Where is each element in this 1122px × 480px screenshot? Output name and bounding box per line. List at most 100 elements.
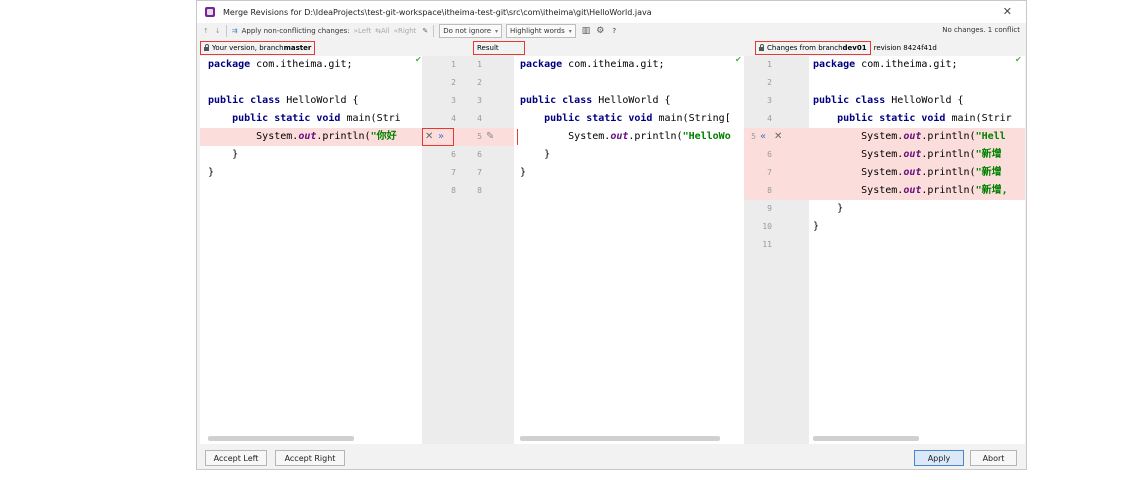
magic-resolve-icon[interactable]: ✎ <box>422 24 428 38</box>
close-icon[interactable]: ✕ <box>1003 5 1012 18</box>
line-number: 8 <box>451 186 456 195</box>
line-number: 5 <box>477 132 482 141</box>
horizontal-scrollbar[interactable] <box>208 436 354 441</box>
code-token: System. <box>813 131 904 142</box>
code-token: public class <box>520 95 593 106</box>
code-token: out <box>610 131 629 142</box>
code-token: "HelloWo <box>682 131 731 142</box>
accept-left-arrow-icon[interactable]: » <box>438 128 444 146</box>
ignore-change-icon[interactable]: ✕ <box>425 128 433 146</box>
code-token: System. <box>813 149 904 160</box>
center-header-title: Result <box>477 44 499 52</box>
side-by-side-icon[interactable]: ▥ <box>582 24 591 38</box>
apply-right-label: Right <box>397 27 417 35</box>
center-panel-header: Result <box>473 41 525 55</box>
accept-left-button[interactable]: Accept Left <box>205 450 267 466</box>
left-panel-header: Your version, branch master <box>200 41 316 55</box>
right-header-branch: dev01 <box>842 44 867 52</box>
line-number: 9 <box>767 204 772 213</box>
code-line: } <box>813 203 844 214</box>
ignore-select-value: Do not ignore <box>443 27 492 35</box>
code-line: } <box>813 221 820 232</box>
abort-button[interactable]: Abort <box>970 450 1017 466</box>
code-token: System. <box>813 185 904 196</box>
help-button[interactable]: ? <box>612 24 616 38</box>
merge-dialog: Merge Revisions for D:\IdeaProjects\test… <box>196 0 1027 470</box>
code-line-conflict: System.out.println("新增, <box>813 182 1008 200</box>
conflict-marker <box>517 129 518 145</box>
horizontal-scrollbar[interactable] <box>520 436 720 441</box>
lock-icon <box>759 44 764 51</box>
magic-wand-icon[interactable]: ✎ <box>486 128 494 146</box>
apply-left-button[interactable]: » Left <box>354 24 371 38</box>
ignore-whitespace-select[interactable]: Do not ignore ▾ <box>439 24 503 38</box>
line-number: 4 <box>451 114 456 123</box>
chevron-down-icon: ▾ <box>495 27 499 35</box>
code-line: public static void main(Strir <box>813 110 1012 128</box>
line-number: 11 <box>762 240 772 249</box>
code-token: HelloWorld { <box>885 95 964 106</box>
line-number: 8 <box>477 186 482 195</box>
code-line: public class HelloWorld { <box>813 92 964 110</box>
code-line-conflict: System.out.println("新增 <box>813 164 1001 182</box>
checkmark-icon: ✔ <box>1015 55 1022 64</box>
checkmark-icon: ✔ <box>415 55 422 64</box>
code-line: } <box>520 149 551 160</box>
line-number: 3 <box>477 96 482 105</box>
center-right-gutter: 1 2 3 4 5 6 7 8 9 10 11 « ✕ <box>744 56 809 444</box>
apply-all-button[interactable]: ⇆ All <box>375 24 390 38</box>
code-line: public static void main(Stri <box>208 110 401 128</box>
intellij-app-icon <box>205 7 215 17</box>
code-token: .println( <box>921 149 976 160</box>
next-diff-icon[interactable]: ↓ <box>215 24 221 38</box>
line-number: 1 <box>451 60 456 69</box>
highlight-select-value: Highlight words <box>510 27 565 35</box>
ignore-change-icon[interactable]: ✕ <box>774 128 782 146</box>
code-token: public static void <box>208 113 341 124</box>
line-number: 2 <box>451 78 456 87</box>
accept-right-button[interactable]: Accept Right <box>275 450 345 466</box>
code-line: } <box>520 167 527 178</box>
line-number: 2 <box>477 78 482 87</box>
code-line: } <box>208 149 239 160</box>
code-token: HelloWorld { <box>280 95 359 106</box>
right-header-highlight: Changes from branch dev01 <box>755 41 871 55</box>
prev-diff-icon[interactable]: ↑ <box>203 24 209 38</box>
apply-left-label: Left <box>357 27 372 35</box>
left-editor-panel[interactable]: package com.itheima.git; public class He… <box>200 56 422 444</box>
code-token: public class <box>813 95 886 106</box>
horizontal-scrollbar[interactable] <box>813 436 919 441</box>
highlight-words-select[interactable]: Highlight words ▾ <box>506 24 576 38</box>
code-token: out <box>298 131 317 142</box>
code-token: out <box>903 149 922 160</box>
code-token: .println( <box>921 131 976 142</box>
merge-status-text: No changes. 1 conflict <box>942 26 1020 34</box>
apply-non-conflicting-icon[interactable]: ⇉ <box>232 24 238 38</box>
code-line: package com.itheima.git; <box>813 56 958 74</box>
code-token: "新增 <box>975 149 1002 160</box>
toolbar-divider <box>225 25 227 37</box>
line-number: 3 <box>767 96 772 105</box>
right-panel-header: Changes from branch dev01 revision 8424f… <box>755 41 937 55</box>
code-token: com.itheima.git; <box>855 59 958 70</box>
settings-gear-icon[interactable]: ⚙ <box>596 24 604 38</box>
line-number: 7 <box>451 168 456 177</box>
apply-button[interactable]: Apply <box>914 450 964 466</box>
result-editor-panel[interactable]: package com.itheima.git; public class He… <box>514 56 744 444</box>
code-token: .println( <box>921 167 976 178</box>
apply-all-label: All <box>380 27 390 35</box>
code-token: "新增, <box>975 185 1008 196</box>
code-token: com.itheima.git; <box>562 59 665 70</box>
code-line: package com.itheima.git; <box>208 56 353 74</box>
line-number: 1 <box>767 60 772 69</box>
code-token: System. <box>813 167 904 178</box>
code-token: .println( <box>316 131 371 142</box>
code-token: package <box>520 59 563 70</box>
code-token: com.itheima.git; <box>250 59 353 70</box>
apply-non-conflicting-label: Apply non-conflicting changes: <box>241 27 350 35</box>
right-editor-panel[interactable]: package com.itheima.git; public class He… <box>809 56 1025 444</box>
apply-right-button[interactable]: « Right <box>394 24 417 38</box>
toolbar: ↑ ↓ ⇉ Apply non-conflicting changes: » L… <box>197 23 1026 39</box>
code-token: public class <box>208 95 281 106</box>
accept-right-arrow-icon[interactable]: « <box>760 128 766 146</box>
